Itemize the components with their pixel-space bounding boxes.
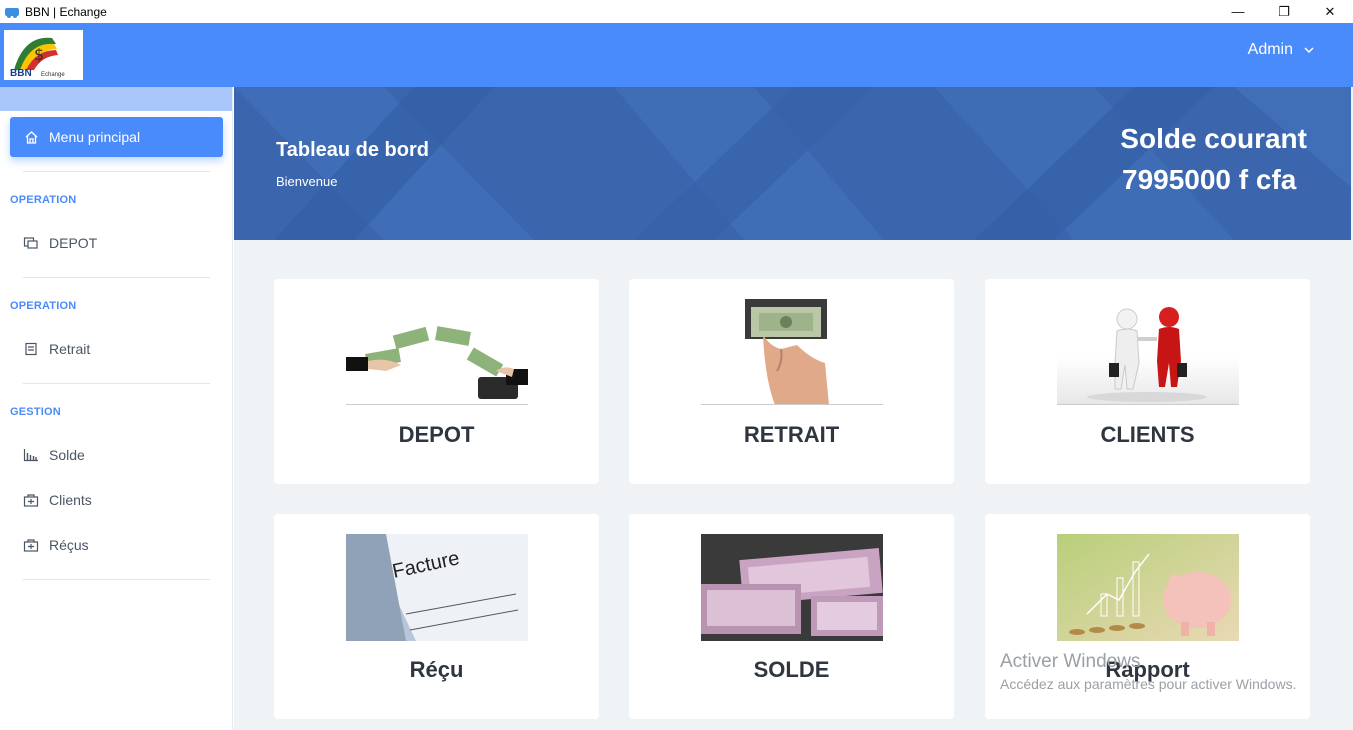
sidebar-item-label: Solde: [49, 447, 85, 463]
logo-subtext: Echange: [41, 72, 65, 78]
card-label: CLIENTS: [1100, 422, 1195, 447]
app-logo[interactable]: $ BBN Echange: [4, 30, 83, 80]
card-recu[interactable]: Facture Réçu: [274, 514, 599, 719]
section-label-operation: OPERATION: [10, 194, 77, 206]
piggy-bank-image: [1057, 534, 1239, 641]
receipt-icon: [23, 539, 39, 552]
section-label-operation-2: OPERATION: [10, 300, 77, 312]
handshake-image: [1057, 299, 1239, 405]
main-content: Tableau de bord Bienvenue Solde courant …: [234, 87, 1353, 730]
sidebar-top-strip: [0, 87, 232, 111]
close-button[interactable]: ✕: [1307, 0, 1353, 23]
card-label: Réçu: [409, 657, 464, 682]
user-label: Admin: [1247, 41, 1293, 58]
chart-icon: [23, 449, 38, 462]
sidebar-divider: [23, 579, 210, 580]
sidebar-item-depot[interactable]: DEPOT: [23, 235, 97, 251]
sidebar: Menu principal OPERATION DEPOT OPERATION…: [0, 87, 233, 730]
balance-value: 7995000 f cfa: [1122, 164, 1297, 195]
window-title: BBN | Echange: [25, 4, 107, 19]
sidebar-divider: [23, 277, 210, 278]
home-icon: [25, 130, 38, 144]
window-controls: — ❐ ✕: [1215, 0, 1353, 23]
money-transfer-image: [346, 299, 528, 405]
card-retrait[interactable]: RETRAIT: [629, 279, 954, 484]
dashboard-banner: Tableau de bord Bienvenue Solde courant …: [234, 87, 1351, 240]
logo-text: BBN: [10, 68, 32, 79]
banner-title: Tableau de bord: [276, 139, 429, 161]
sidebar-item-solde[interactable]: Solde: [23, 447, 85, 463]
restore-button[interactable]: ❐: [1261, 0, 1307, 23]
svg-text:$: $: [34, 45, 44, 64]
window-titlebar: BBN | Echange — ❐ ✕: [0, 0, 1353, 23]
card-label: RETRAIT: [743, 422, 840, 447]
watermark-line2: Accédez aux paramètres pour activer Wind…: [1000, 676, 1297, 692]
sidebar-item-retrait[interactable]: Retrait: [23, 341, 90, 357]
menu-principal-label: Menu principal: [49, 129, 141, 145]
section-label-gestion: GESTION: [10, 406, 61, 418]
sidebar-item-recus[interactable]: Réçus: [23, 537, 89, 553]
sidebar-item-label: Retrait: [49, 341, 91, 357]
deposit-icon: [23, 237, 38, 249]
app-icon: [5, 7, 19, 18]
banknotes-image: [701, 534, 883, 641]
sidebar-item-label: Clients: [49, 492, 92, 508]
logo-graphic: $ BBN Echange: [10, 37, 65, 79]
chevron-down-icon: [1304, 47, 1314, 54]
card-label: DEPOT: [398, 422, 475, 447]
minimize-button[interactable]: —: [1215, 0, 1261, 23]
menu-principal-button[interactable]: Menu principal: [10, 117, 223, 157]
top-header: $ BBN Echange Admin: [0, 23, 1353, 87]
withdraw-icon: [25, 342, 37, 356]
sidebar-divider: [23, 383, 210, 384]
banner-subtitle: Bienvenue: [276, 174, 338, 189]
sidebar-item-label: Réçus: [49, 537, 89, 553]
clients-icon: [23, 494, 39, 507]
user-menu[interactable]: Admin: [1248, 41, 1315, 59]
windows-activation-watermark: Activer Windows Accédez aux paramètres p…: [1000, 651, 1296, 692]
card-clients[interactable]: CLIENTS: [985, 279, 1310, 484]
card-solde[interactable]: SOLDE: [629, 514, 954, 719]
sidebar-item-clients[interactable]: Clients: [23, 492, 92, 508]
card-depot[interactable]: DEPOT: [274, 279, 599, 484]
watermark-line1: Activer Windows: [1000, 651, 1141, 672]
balance-label: Solde courant: [1120, 123, 1307, 154]
atm-cash-image: [701, 299, 883, 405]
sidebar-item-label: DEPOT: [49, 235, 98, 251]
card-label: SOLDE: [753, 657, 830, 682]
invoice-image: Facture: [346, 534, 528, 641]
sidebar-divider: [23, 171, 210, 172]
